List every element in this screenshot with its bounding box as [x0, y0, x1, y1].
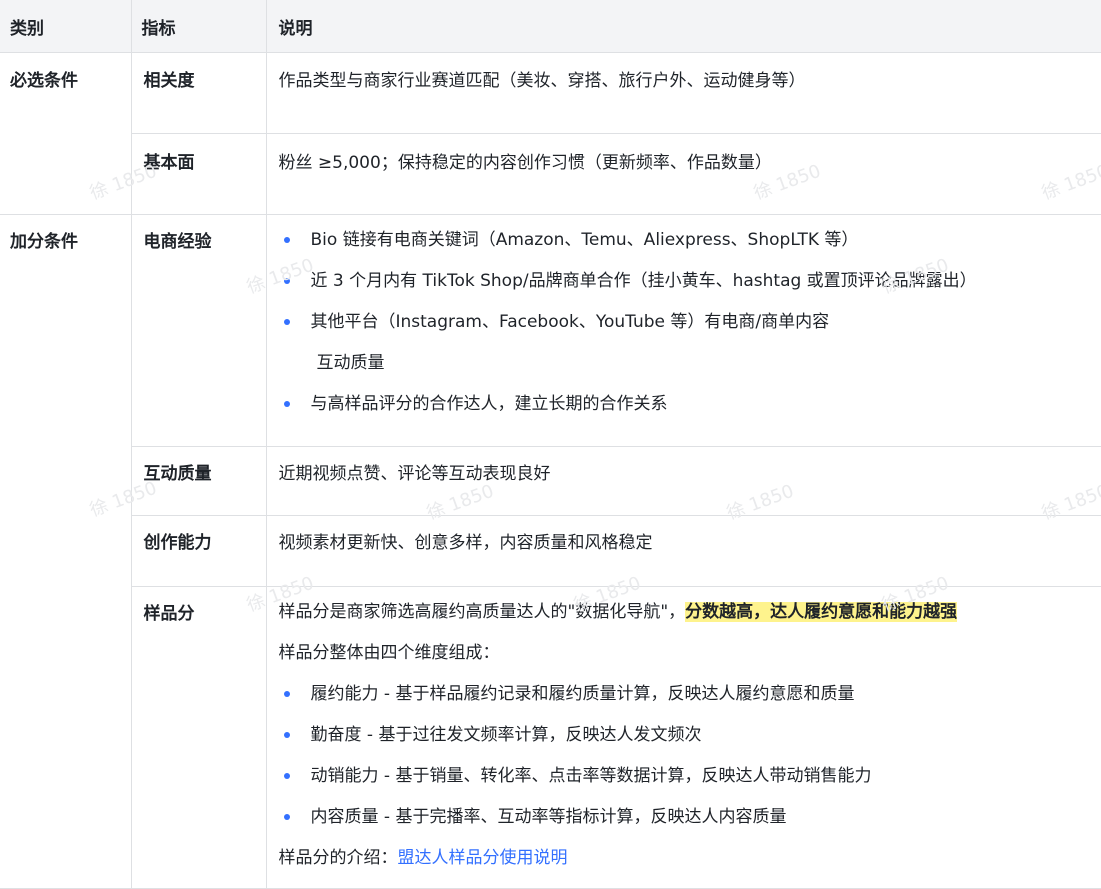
- header-description: 说明: [266, 0, 1101, 53]
- extra-line: 互动质量: [316, 353, 385, 373]
- category-label: 加分条件: [10, 232, 78, 252]
- table-row: 创作能力 视频素材更新快、创意多样，内容质量和风格稳定: [0, 515, 1101, 587]
- sample-intro: 样品分是商家筛选高履约高质量达人的"数据化导航"，分数越高，达人履约意愿和能力越…: [279, 601, 1092, 642]
- bullet-icon: [283, 237, 290, 243]
- indicator-label: 互动质量: [143, 464, 212, 484]
- desc-creativity: 视频素材更新快、创意多样，内容质量和风格稳定: [266, 515, 1101, 587]
- ecommerce-list: Bio 链接有电商关键词（Amazon、Temu、Aliexpress、Shop…: [279, 229, 1092, 352]
- desc-text: 作品类型与商家行业赛道匹配（美妆、穿搭、旅行户外、运动健身等）: [278, 71, 806, 91]
- bullet-icon: [283, 773, 290, 779]
- bullet-icon: [283, 691, 290, 697]
- category-bonus: 加分条件: [0, 214, 132, 889]
- category-required: 必选条件: [0, 52, 132, 215]
- desc-ecommerce: Bio 链接有电商关键词（Amazon、Temu、Aliexpress、Shop…: [266, 214, 1101, 447]
- list-item-text: 内容质量 - 基于完播率、互动率等指标计算，反映达人内容质量: [310, 807, 787, 827]
- list-item-text: 履约能力 - 基于样品履约记录和履约质量计算，反映达人履约意愿和质量: [310, 684, 855, 704]
- sample-score-guide-link[interactable]: 盟达人样品分使用说明: [398, 848, 568, 868]
- intro-highlight: 分数越高，达人履约意愿和能力越强: [685, 602, 958, 622]
- footer-text: 样品分的介绍：: [278, 848, 398, 868]
- table-row: 样品分 样品分是商家筛选高履约高质量达人的"数据化导航"，分数越高，达人履约意愿…: [0, 586, 1101, 889]
- intro-text: 样品分是商家筛选高履约高质量达人的"数据化导航"，: [278, 602, 686, 622]
- indicator-relevance: 相关度: [131, 52, 267, 134]
- list-item: Bio 链接有电商关键词（Amazon、Temu、Aliexpress、Shop…: [279, 229, 1092, 270]
- desc-text: 视频素材更新快、创意多样，内容质量和风格稳定: [278, 533, 653, 553]
- indicator-engagement: 互动质量: [131, 446, 267, 516]
- bullet-icon: [283, 814, 290, 820]
- ecommerce-list-2: 与高样品评分的合作达人，建立长期的合作关系: [279, 393, 1092, 434]
- desc-text: 近期视频点赞、评论等互动表现良好: [278, 464, 551, 484]
- list-item-text: 与高样品评分的合作达人，建立长期的合作关系: [310, 394, 668, 414]
- desc-sample-score: 样品分是商家筛选高履约高质量达人的"数据化导航"，分数越高，达人履约意愿和能力越…: [266, 586, 1101, 889]
- bullet-icon: [283, 401, 290, 407]
- list-item-text: 勤奋度 - 基于过往发文频率计算，反映达人发文频次: [310, 725, 702, 745]
- list-item: 履约能力 - 基于样品履约记录和履约质量计算，反映达人履约意愿和质量: [279, 683, 1092, 724]
- bullet-icon: [283, 319, 290, 325]
- criteria-table: 类别 指标 说明 必选条件 相关度 作品类型与商家行业赛道匹配（美妆、穿搭、旅行…: [0, 0, 1101, 889]
- dims-title: 样品分整体由四个维度组成：: [278, 643, 500, 663]
- indicator-creativity: 创作能力: [131, 515, 267, 587]
- list-item-text: 其他平台（Instagram、Facebook、YouTube 等）有电商/商单…: [310, 312, 830, 332]
- list-item: 内容质量 - 基于完播率、互动率等指标计算，反映达人内容质量: [279, 806, 1092, 847]
- list-item: 动销能力 - 基于销量、转化率、点击率等数据计算，反映达人带动销售能力: [279, 765, 1092, 806]
- indicator-label: 样品分: [143, 604, 195, 624]
- desc-text: 粉丝 ≥5,000；保持稳定的内容创作习惯（更新频率、作品数量）: [278, 153, 772, 173]
- header-indicator: 指标: [131, 0, 267, 53]
- table-row: 必选条件 相关度 作品类型与商家行业赛道匹配（美妆、穿搭、旅行户外、运动健身等）: [0, 52, 1101, 215]
- table-header-row: 类别 指标 说明: [0, 0, 1101, 53]
- indicator-sample-score: 样品分: [131, 586, 267, 889]
- list-item-text: 近 3 个月内有 TikTok Shop/品牌商单合作（挂小黄车、hashtag…: [310, 271, 977, 291]
- desc-relevance: 作品类型与商家行业赛道匹配（美妆、穿搭、旅行户外、运动健身等）: [266, 52, 1101, 134]
- sample-footer: 样品分的介绍：盟达人样品分使用说明: [279, 847, 1092, 888]
- list-item: 与高样品评分的合作达人，建立长期的合作关系: [279, 393, 1092, 434]
- desc-basics: 粉丝 ≥5,000；保持稳定的内容创作习惯（更新频率、作品数量）: [266, 133, 1101, 215]
- list-item: 近 3 个月内有 TikTok Shop/品牌商单合作（挂小黄车、hashtag…: [279, 270, 1092, 311]
- indicator-label: 创作能力: [143, 533, 212, 553]
- indicator-label: 电商经验: [143, 232, 212, 252]
- table-row: 基本面 粉丝 ≥5,000；保持稳定的内容创作习惯（更新频率、作品数量）: [0, 133, 1101, 215]
- desc-engagement: 近期视频点赞、评论等互动表现良好: [266, 446, 1101, 516]
- dims-list: 履约能力 - 基于样品履约记录和履约质量计算，反映达人履约意愿和质量 勤奋度 -…: [279, 683, 1092, 847]
- table-row: 互动质量 近期视频点赞、评论等互动表现良好: [0, 446, 1101, 516]
- indicator-label: 基本面: [143, 153, 195, 173]
- list-item-text: 动销能力 - 基于销量、转化率、点击率等数据计算，反映达人带动销售能力: [310, 766, 872, 786]
- category-label: 必选条件: [10, 71, 78, 91]
- indicator-label: 相关度: [143, 71, 195, 91]
- indicator-basics: 基本面: [131, 133, 267, 215]
- list-item: 勤奋度 - 基于过往发文频率计算，反映达人发文频次: [279, 724, 1092, 765]
- header-category: 类别: [0, 0, 132, 53]
- bullet-icon: [283, 278, 290, 284]
- table-row: 加分条件 电商经验 Bio 链接有电商关键词（Amazon、Temu、Aliex…: [0, 214, 1101, 889]
- indicator-ecommerce: 电商经验: [131, 214, 267, 447]
- list-item-text: Bio 链接有电商关键词（Amazon、Temu、Aliexpress、Shop…: [310, 230, 859, 250]
- list-item: 其他平台（Instagram、Facebook、YouTube 等）有电商/商单…: [279, 311, 1092, 352]
- bullet-icon: [283, 732, 290, 738]
